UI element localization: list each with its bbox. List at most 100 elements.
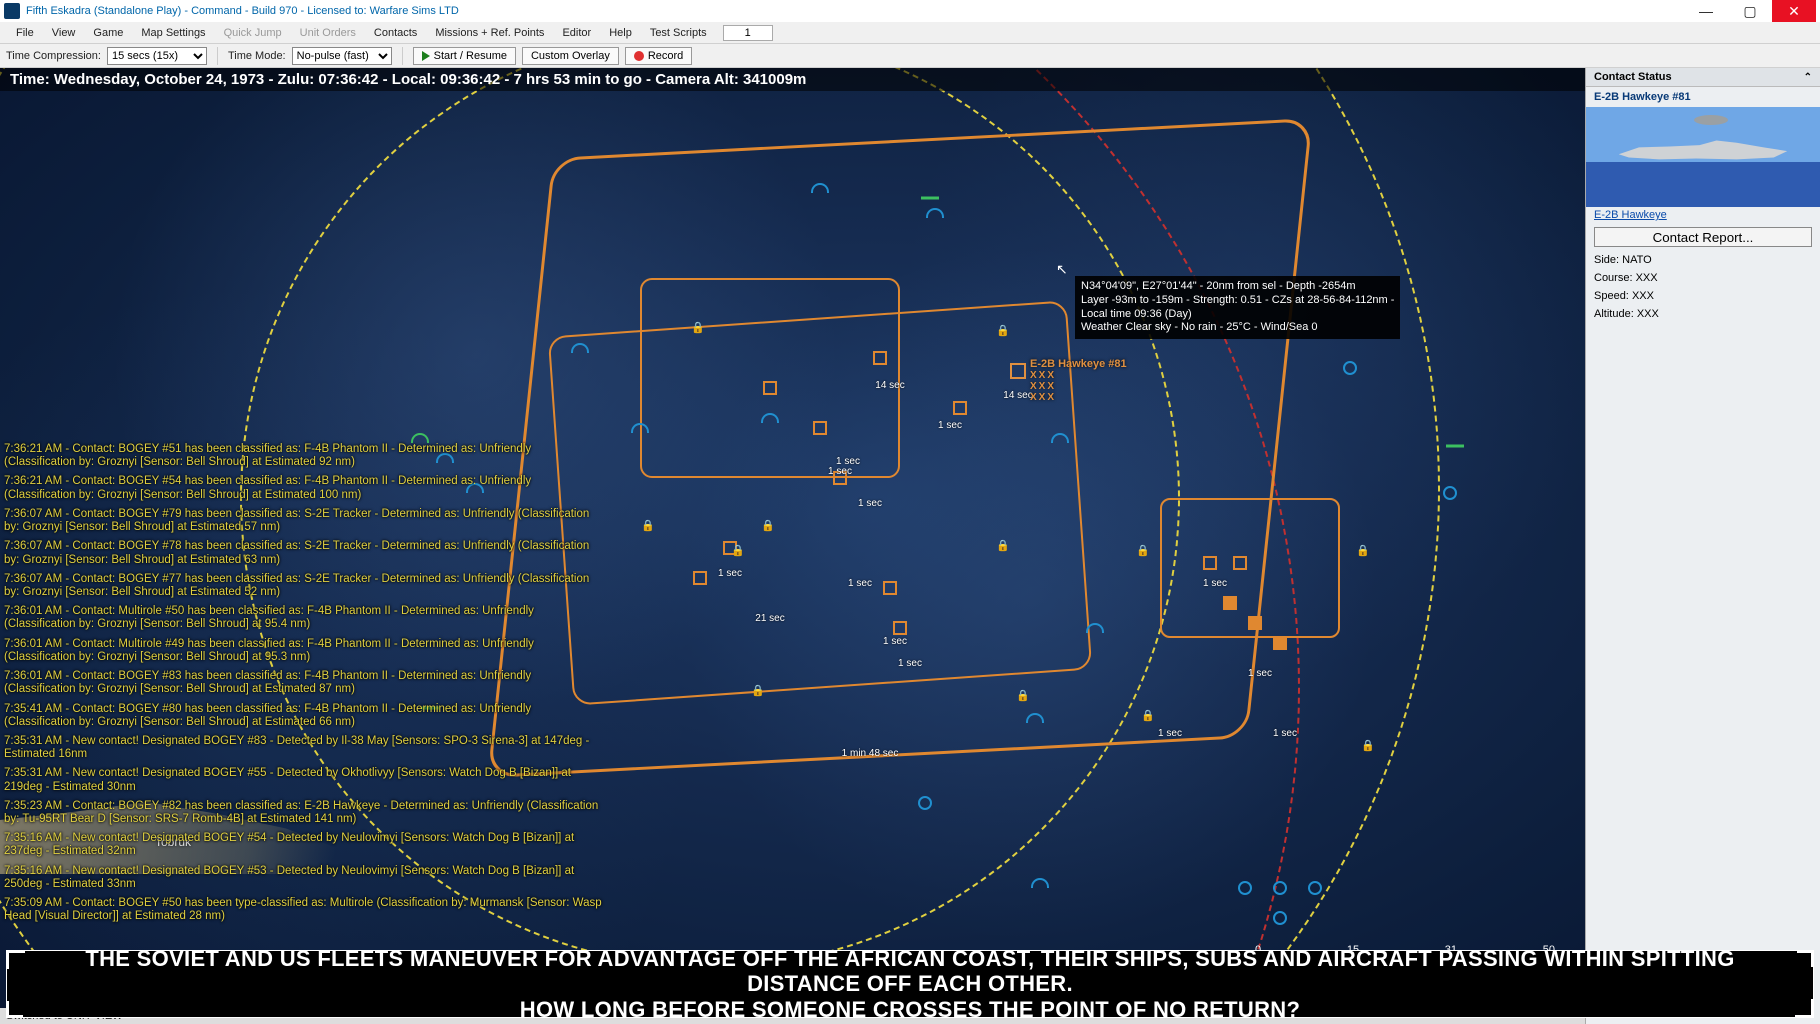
timer-label: 1 sec (858, 498, 882, 509)
window-titlebar: Fifth Eskadra (Standalone Play) - Comman… (0, 0, 1820, 22)
contact-panel: Contact Status ⌃ E-2B Hawkeye #81 E-2B H… (1585, 68, 1820, 1024)
lock-icon (1358, 546, 1372, 560)
play-icon (422, 51, 430, 61)
timer-label: 1 sec (1273, 728, 1297, 739)
contact-square[interactable] (873, 351, 887, 365)
contact-square[interactable] (693, 571, 707, 585)
lock-icon (998, 326, 1012, 340)
contact-square[interactable] (1233, 556, 1247, 570)
menu-test-scripts[interactable]: Test Scripts (642, 25, 715, 41)
window-close[interactable]: ✕ (1772, 0, 1816, 22)
timer-label: 1 min 48 sec (842, 748, 899, 759)
timer-label: 1 sec (938, 420, 962, 431)
record-button[interactable]: Record (625, 47, 692, 65)
map-tooltip: N34°04'09", E27°01'44" - 20nm from sel -… (1075, 276, 1400, 339)
lock-icon (1018, 691, 1032, 705)
menu-unit-orders: Unit Orders (292, 25, 364, 41)
contact-db-link[interactable]: E-2B Hawkeye (1594, 209, 1667, 221)
mission-area (487, 118, 1312, 778)
menu-view[interactable]: View (44, 25, 84, 41)
contact-square[interactable] (1273, 636, 1287, 650)
time-status-strip: Time: Wednesday, October 24, 1973 - Zulu… (0, 68, 1585, 91)
friendly-unit[interactable] (1273, 881, 1287, 895)
time-compression-select[interactable]: 15 secs (15x) (107, 47, 207, 65)
window-minimize[interactable]: — (1684, 0, 1728, 22)
menu-bar: File View Game Map Settings Quick Jump U… (0, 22, 1820, 44)
tactical-map[interactable]: Time: Wednesday, October 24, 1973 - Zulu… (0, 68, 1585, 1024)
lock-icon (1138, 546, 1152, 560)
time-mode-select[interactable]: No-pulse (fast) (292, 47, 392, 65)
timer-label: 1 sec (828, 466, 852, 477)
contact-square[interactable] (953, 401, 967, 415)
custom-overlay-button[interactable]: Custom Overlay (522, 47, 619, 65)
menu-editor[interactable]: Editor (554, 25, 599, 41)
menu-missions[interactable]: Missions + Ref. Points (427, 25, 552, 41)
menu-num-field[interactable]: 1 (723, 25, 773, 41)
contact-square[interactable] (813, 421, 827, 435)
timer-label: 1 sec (848, 578, 872, 589)
friendly-ship[interactable] (1026, 713, 1044, 723)
friendly-unit[interactable] (1308, 881, 1322, 895)
friendly-ship[interactable] (926, 208, 944, 218)
neutral-unit[interactable] (411, 433, 429, 443)
kv-course: Course: XXX (1586, 269, 1820, 287)
menu-file[interactable]: File (8, 25, 42, 41)
time-mode-label: Time Mode: (228, 50, 286, 62)
contact-square[interactable] (763, 381, 777, 395)
menu-contacts[interactable]: Contacts (366, 25, 425, 41)
lock-icon (733, 546, 747, 560)
timer-label: 21 sec (755, 613, 784, 624)
selected-contact-label: E-2B Hawkeye #81 XXX XXX XXX (1030, 358, 1127, 403)
timer-label: 1 sec (1203, 578, 1227, 589)
kv-speed: Speed: XXX (1586, 287, 1820, 305)
friendly-ship[interactable] (1031, 878, 1049, 888)
lock-icon (1363, 741, 1377, 755)
time-compression-label: Time Compression: (6, 50, 101, 62)
contact-square[interactable] (883, 581, 897, 595)
contact-square[interactable] (1203, 556, 1217, 570)
lock-icon (1143, 711, 1157, 725)
friendly-ship[interactable] (761, 413, 779, 423)
mission-area (640, 278, 900, 478)
friendly-unit[interactable] (918, 796, 932, 810)
panel-title: Contact Status (1594, 71, 1672, 83)
timer-label: 1 sec (718, 568, 742, 579)
friendly-unit[interactable] (1238, 881, 1252, 895)
timer-label: 1 sec (1248, 668, 1272, 679)
scenario-caption: THE SOVIET AND US FLEETS MANEUVER FOR AD… (6, 950, 1814, 1018)
friendly-ship[interactable] (571, 343, 589, 353)
friendly-unit[interactable] (1443, 486, 1457, 500)
timer-label: 1 sec (898, 658, 922, 669)
menu-help[interactable]: Help (601, 25, 640, 41)
neutral-unit[interactable] (1446, 445, 1464, 448)
timer-label: 1 sec (1158, 728, 1182, 739)
mouse-cursor-icon: ↖ (1056, 261, 1068, 278)
contact-square[interactable] (1248, 616, 1262, 630)
timer-label: 14 sec (875, 380, 904, 391)
start-resume-button[interactable]: Start / Resume (413, 47, 516, 65)
friendly-unit[interactable] (1273, 911, 1287, 925)
selected-contact-box[interactable] (1010, 363, 1026, 379)
app-icon (4, 3, 20, 19)
lock-icon (643, 521, 657, 535)
friendly-unit[interactable] (1343, 361, 1357, 375)
lock-icon (763, 521, 777, 535)
menu-game[interactable]: Game (85, 25, 131, 41)
timer-label: 1 sec (883, 636, 907, 647)
contact-report-button[interactable]: Contact Report... (1594, 227, 1812, 247)
friendly-ship[interactable] (811, 183, 829, 193)
mission-area (548, 300, 1093, 705)
friendly-ship[interactable] (1051, 433, 1069, 443)
contact-square[interactable] (893, 621, 907, 635)
friendly-ship[interactable] (631, 423, 649, 433)
panel-collapse-icon[interactable]: ⌃ (1804, 72, 1812, 83)
menu-map-settings[interactable]: Map Settings (133, 25, 213, 41)
toolbar: Time Compression: 15 secs (15x) Time Mod… (0, 44, 1820, 68)
menu-quick-jump: Quick Jump (216, 25, 290, 41)
kv-altitude: Altitude: XXX (1586, 305, 1820, 323)
neutral-unit[interactable] (921, 197, 939, 200)
window-maximize[interactable]: ▢ (1728, 0, 1772, 22)
lock-icon (693, 323, 707, 337)
friendly-ship[interactable] (1086, 623, 1104, 633)
contact-square[interactable] (1223, 596, 1237, 610)
